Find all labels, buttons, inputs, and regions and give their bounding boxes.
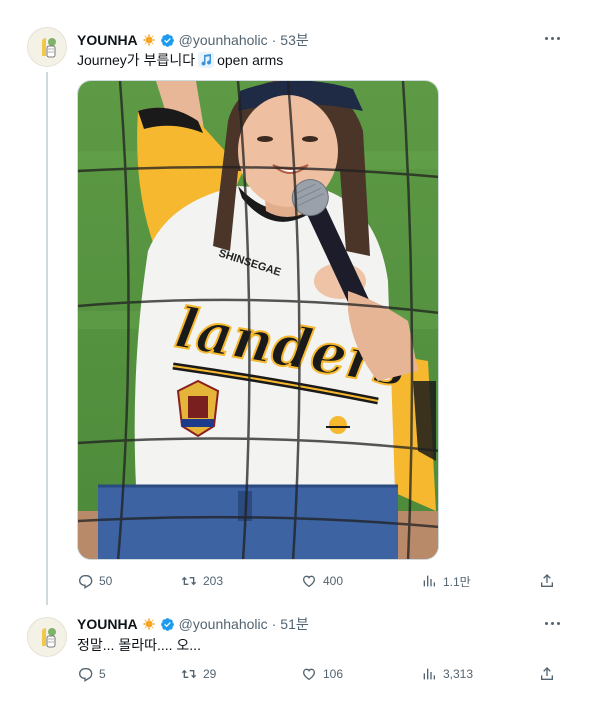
views-button[interactable]: 1.1만: [421, 570, 471, 592]
like-button[interactable]: 400: [301, 570, 343, 592]
sun-badge-icon: [142, 617, 156, 631]
tweet-text-part-2: open arms: [217, 52, 284, 68]
action-bar: 5 29 106 3,313: [77, 663, 557, 685]
more-button[interactable]: [538, 28, 566, 48]
tweet-header: YOUNHA @younhaholic · 51분: [77, 614, 309, 634]
share-button[interactable]: [539, 570, 555, 592]
more-icon: [544, 621, 548, 625]
sun-badge-icon: [142, 33, 156, 47]
tweet-2[interactable]: YOUNHA @younhaholic · 51분 정말... 몰라따.... …: [0, 605, 600, 702]
reply-icon: [78, 668, 93, 682]
like-icon: [302, 575, 316, 588]
share-button[interactable]: [539, 663, 555, 685]
verified-icon: [160, 33, 174, 47]
tweet-1[interactable]: YOUNHA @younhaholic · 53분 Journey가 부릅니다 …: [0, 0, 600, 605]
retweet-count: 203: [203, 574, 224, 588]
action-bar: 50 203 400 1.1만: [77, 570, 557, 592]
more-button[interactable]: [538, 613, 566, 633]
views-icon: [423, 668, 435, 680]
reply-count: 5: [99, 667, 106, 681]
retweet-count: 29: [203, 667, 217, 681]
more-icon: [544, 36, 548, 40]
tweet-text-part-1: Journey가 부릅니다: [77, 52, 196, 68]
avatar-illustration: [28, 28, 66, 66]
music-note-icon: [198, 52, 215, 68]
photo-singer-in-jersey: SHINSEGAE landers: [78, 81, 438, 559]
reply-button[interactable]: 5: [77, 663, 106, 685]
like-count: 106: [323, 667, 344, 681]
separator-dot: ·: [271, 616, 277, 632]
timestamp[interactable]: 53분: [280, 30, 308, 50]
retweet-icon: [181, 576, 197, 586]
reply-icon: [78, 575, 93, 589]
tweet-text: Journey가 부릅니다 open arms: [77, 50, 283, 70]
tweet-text-body: 정말... 몰라따.... 오...: [77, 637, 201, 653]
avatar[interactable]: [27, 617, 67, 657]
retweet-button[interactable]: 29: [181, 663, 216, 685]
view-count: 1.1만: [443, 574, 471, 589]
reply-button[interactable]: 50: [77, 570, 112, 592]
share-icon: [541, 667, 553, 680]
verified-icon: [160, 617, 174, 631]
author-handle[interactable]: @younhaholic: [179, 616, 268, 632]
author-handle[interactable]: @younhaholic: [179, 32, 268, 48]
timestamp[interactable]: 51분: [280, 614, 308, 634]
like-button[interactable]: 106: [301, 663, 343, 685]
retweet-button[interactable]: 203: [181, 570, 223, 592]
tweet-header: YOUNHA @younhaholic · 53분: [77, 30, 309, 50]
separator-dot: ·: [271, 32, 277, 48]
thread-line: [46, 72, 48, 605]
avatar[interactable]: [27, 27, 67, 67]
like-count: 400: [323, 574, 344, 588]
author-name[interactable]: YOUNHA: [77, 616, 138, 632]
views-icon: [423, 575, 435, 587]
reply-count: 50: [99, 574, 113, 588]
share-icon: [541, 574, 553, 587]
tweet-text: 정말... 몰라따.... 오...: [77, 635, 201, 655]
view-count: 3,313: [443, 667, 474, 681]
avatar-illustration: [28, 618, 66, 656]
tweet-photo[interactable]: SHINSEGAE landers: [77, 80, 439, 560]
like-icon: [302, 668, 316, 681]
views-button[interactable]: 3,313: [421, 663, 473, 685]
retweet-icon: [181, 669, 197, 679]
author-name[interactable]: YOUNHA: [77, 32, 138, 48]
